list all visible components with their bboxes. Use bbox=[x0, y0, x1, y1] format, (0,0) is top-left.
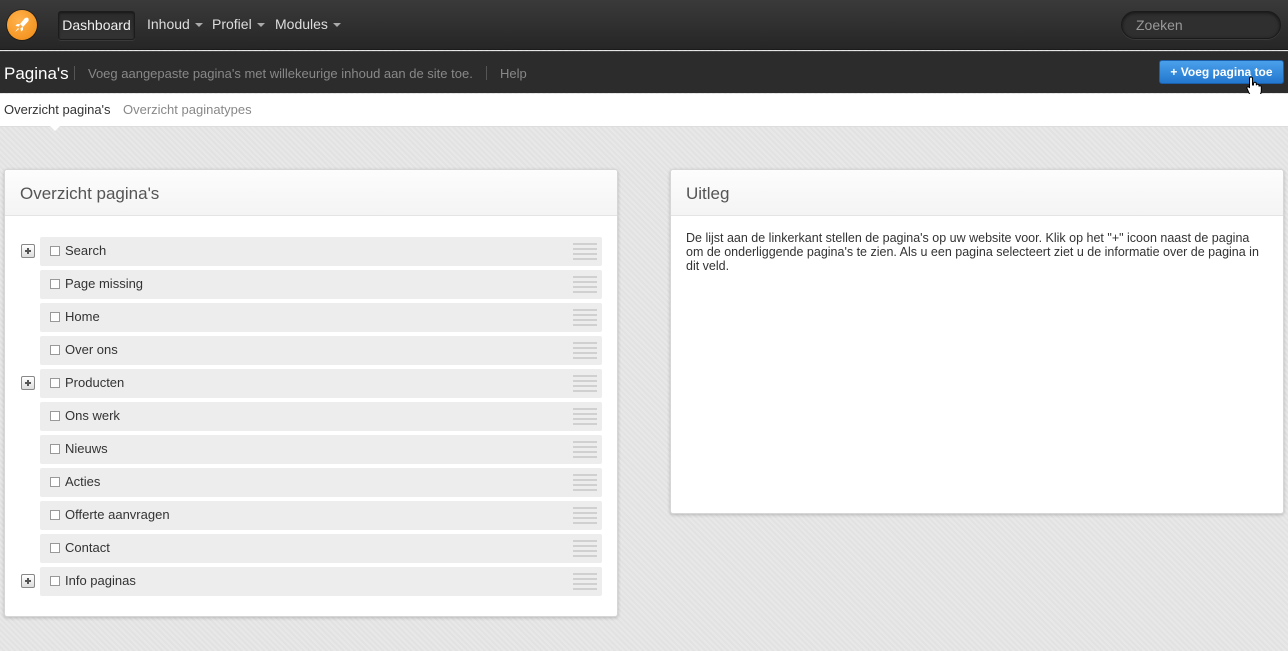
caret-down-icon bbox=[256, 23, 265, 28]
list-item: Info paginas bbox=[20, 567, 604, 596]
expand-plus-icon[interactable] bbox=[21, 244, 35, 258]
drag-handle-icon[interactable] bbox=[573, 408, 597, 425]
page-checkbox[interactable] bbox=[50, 345, 60, 355]
page-label: Acties bbox=[65, 474, 101, 489]
list-item: Contact bbox=[20, 534, 604, 563]
drag-handle-icon[interactable] bbox=[573, 573, 597, 590]
page-header: Pagina's Voeg aangepaste pagina's met wi… bbox=[0, 51, 1288, 93]
explanation-text: De lijst aan de linkerkant stellen de pa… bbox=[686, 231, 1259, 273]
drag-handle-icon[interactable] bbox=[573, 243, 597, 260]
page-checkbox[interactable] bbox=[50, 444, 60, 454]
divider bbox=[74, 66, 75, 80]
add-page-button[interactable]: + Voeg pagina toe bbox=[1159, 60, 1284, 84]
drag-handle-icon[interactable] bbox=[573, 276, 597, 293]
nav-profiel[interactable]: Profiel bbox=[212, 11, 265, 40]
list-item: Page missing bbox=[20, 270, 604, 299]
page-item[interactable]: Ons werk bbox=[40, 402, 602, 431]
drag-handle-icon[interactable] bbox=[573, 474, 597, 491]
list-item: Search bbox=[20, 237, 604, 266]
page-item[interactable]: Home bbox=[40, 303, 602, 332]
page-item[interactable]: Offerte aanvragen bbox=[40, 501, 602, 530]
drag-handle-icon[interactable] bbox=[573, 309, 597, 326]
list-item: Over ons bbox=[20, 336, 604, 365]
page-item[interactable]: Nieuws bbox=[40, 435, 602, 464]
page-checkbox[interactable] bbox=[50, 279, 60, 289]
list-item: Producten bbox=[20, 369, 604, 398]
nav-modules[interactable]: Modules bbox=[275, 11, 341, 40]
page-label: Search bbox=[65, 243, 107, 258]
drag-handle-icon[interactable] bbox=[573, 507, 597, 524]
nav-inhoud-label: Inhoud bbox=[147, 16, 190, 32]
page-item[interactable]: Over ons bbox=[40, 336, 602, 365]
page-item[interactable]: Search bbox=[40, 237, 602, 266]
nav-dashboard[interactable]: Dashboard bbox=[58, 11, 135, 40]
help-link[interactable]: Help bbox=[500, 66, 527, 81]
caret-down-icon bbox=[194, 23, 203, 28]
explanation-panel: Uitleg De lijst aan de linkerkant stelle… bbox=[670, 169, 1284, 514]
page-label: Contact bbox=[65, 540, 110, 555]
tab-overzicht-paginas[interactable]: Overzicht pagina's bbox=[4, 102, 111, 117]
page-item[interactable]: Contact bbox=[40, 534, 602, 563]
list-item: Ons werk bbox=[20, 402, 604, 431]
page-title: Pagina's bbox=[4, 64, 69, 83]
panel-title: Overzicht pagina's bbox=[5, 170, 617, 216]
list-item: Acties bbox=[20, 468, 604, 497]
page-item[interactable]: Info paginas bbox=[40, 567, 602, 596]
page-item[interactable]: Producten bbox=[40, 369, 602, 398]
drag-handle-icon[interactable] bbox=[573, 441, 597, 458]
nav-inhoud[interactable]: Inhoud bbox=[147, 11, 203, 40]
caret-down-icon bbox=[332, 23, 341, 28]
page-checkbox[interactable] bbox=[50, 477, 60, 487]
list-item: Offerte aanvragen bbox=[20, 501, 604, 530]
page-checkbox[interactable] bbox=[50, 312, 60, 322]
rocket-icon[interactable] bbox=[7, 10, 37, 40]
page-label: Offerte aanvragen bbox=[65, 507, 170, 522]
active-tab-pointer bbox=[49, 125, 61, 131]
expand-plus-icon[interactable] bbox=[21, 376, 35, 390]
page-label: Info paginas bbox=[65, 573, 136, 588]
search-input[interactable] bbox=[1121, 11, 1281, 39]
page-label: Over ons bbox=[65, 342, 118, 357]
page-description: Voeg aangepaste pagina's met willekeurig… bbox=[88, 66, 473, 81]
pages-tree: Search Page missing Home Over ons Producten O… bbox=[20, 237, 604, 600]
page-item[interactable]: Page missing bbox=[40, 270, 602, 299]
pages-overview-panel: Overzicht pagina's Search Page missing Hom… bbox=[4, 169, 618, 617]
drag-handle-icon[interactable] bbox=[573, 540, 597, 557]
page-checkbox[interactable] bbox=[50, 411, 60, 421]
page-item[interactable]: Acties bbox=[40, 468, 602, 497]
nav-dashboard-label: Dashboard bbox=[62, 17, 131, 33]
page-label: Page missing bbox=[65, 276, 144, 291]
tab-overzicht-paginatypes[interactable]: Overzicht paginatypes bbox=[123, 102, 252, 117]
drag-handle-icon[interactable] bbox=[573, 342, 597, 359]
top-navbar: Dashboard Inhoud Profiel Modules bbox=[0, 0, 1288, 50]
page-label: Producten bbox=[65, 375, 125, 390]
divider bbox=[486, 66, 487, 80]
expand-plus-icon[interactable] bbox=[21, 574, 35, 588]
page-checkbox[interactable] bbox=[50, 378, 60, 388]
list-item: Home bbox=[20, 303, 604, 332]
page-label: Home bbox=[65, 309, 100, 324]
tabs-bar: Overzicht pagina's Overzicht paginatypes bbox=[0, 94, 1288, 127]
nav-profiel-label: Profiel bbox=[212, 16, 252, 32]
drag-handle-icon[interactable] bbox=[573, 375, 597, 392]
page-checkbox[interactable] bbox=[50, 510, 60, 520]
page-label: Nieuws bbox=[65, 441, 108, 456]
panel-title: Uitleg bbox=[671, 170, 1283, 216]
page-label: Ons werk bbox=[65, 408, 120, 423]
list-item: Nieuws bbox=[20, 435, 604, 464]
page-checkbox[interactable] bbox=[50, 576, 60, 586]
page-checkbox[interactable] bbox=[50, 543, 60, 553]
nav-modules-label: Modules bbox=[275, 16, 328, 32]
page-checkbox[interactable] bbox=[50, 246, 60, 256]
